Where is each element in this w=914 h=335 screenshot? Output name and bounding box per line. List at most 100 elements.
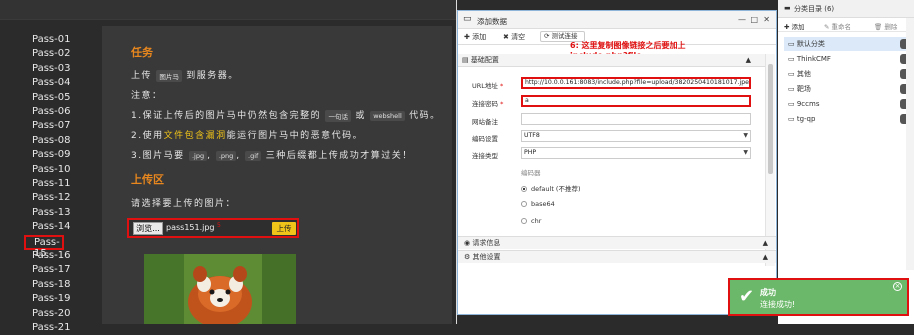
folder-icon: ▭ — [788, 85, 797, 93]
nav-item-pass-17[interactable]: Pass-17 — [32, 263, 92, 277]
step-tag: 5 — [217, 222, 221, 229]
category-item-label: 其他 — [796, 70, 811, 78]
category-rename-button[interactable]: ✎ 重命名 — [824, 21, 851, 31]
encoding-select[interactable]: UTF8 ▼ — [521, 130, 751, 142]
nav-item-pass-01[interactable]: Pass-01 — [32, 33, 92, 47]
password-label-text: 连接密码 — [472, 100, 498, 108]
nav-item-pass-12[interactable]: Pass-12 — [32, 191, 92, 205]
encoder-option-base64[interactable]: base64 — [521, 200, 555, 208]
upload-lab-page: Pass-01 Pass-02 Pass-03 Pass-04 Pass-05 Pass-… — [0, 0, 456, 333]
dialog-scrollbar[interactable] — [765, 54, 775, 266]
nav-item-pass-03[interactable]: Pass-03 — [32, 62, 92, 76]
clear-icon: ✖ — [503, 33, 509, 41]
window-icon: ▭ — [463, 14, 472, 24]
category-item[interactable]: ▭ 靶场 — [784, 82, 908, 96]
folder-icon: ▬ — [784, 4, 791, 12]
note-input[interactable] — [521, 113, 751, 125]
clear-label: 清空 — [511, 33, 526, 41]
radio-icon — [521, 218, 527, 224]
section-basic-label: 基础配置 — [470, 56, 499, 64]
line1-text-post: 到服务器。 — [186, 71, 239, 81]
clear-button[interactable]: ✖ 清空 — [503, 32, 525, 42]
check-icon: ✔ — [739, 286, 755, 307]
close-icon[interactable]: ✕ — [763, 15, 770, 24]
plus-icon: ✚ — [784, 23, 790, 31]
item3-text: 3.图片马要 — [131, 151, 185, 161]
url-label: URL地址 * — [472, 80, 503, 90]
category-add-label: 添加 — [791, 23, 805, 31]
category-item[interactable]: ▭ 9ccms — [784, 97, 908, 111]
item2-text: 2.使用 — [131, 131, 164, 141]
encoder-option-default[interactable]: default (不推荐) — [521, 183, 581, 193]
connection-type-select[interactable]: PHP ▼ — [521, 147, 751, 159]
nav-item-pass-02[interactable]: Pass-02 — [32, 47, 92, 61]
category-delete-label: 删除 — [884, 23, 898, 31]
nav-item-pass-20[interactable]: Pass-20 — [32, 307, 92, 321]
nav-item-pass-19[interactable]: Pass-19 — [32, 292, 92, 306]
nav-item-pass-07[interactable]: Pass-07 — [32, 119, 92, 133]
radio-icon — [521, 201, 527, 207]
nav-item-pass-04[interactable]: Pass-04 — [32, 76, 92, 90]
category-panel: ▬ 分类目录 (6) ✚ 添加 ✎ 重命名 🗑 删除 ▭ 默认分类 ▭ Think… — [778, 0, 914, 324]
nav-item-pass-15[interactable]: Pass-15 — [24, 234, 64, 259]
refresh-icon: ⟳ — [544, 32, 550, 40]
nav-item-pass-06[interactable]: Pass-06 — [32, 105, 92, 119]
section-other-settings[interactable]: ⚙ 其他设置 ▲ — [458, 250, 776, 263]
add-label: 添加 — [472, 33, 487, 41]
nav-item-pass-11[interactable]: Pass-11 — [32, 177, 92, 191]
nav-item-pass-21[interactable]: Pass-21 — [32, 321, 92, 335]
code-tag: .gif — [245, 150, 262, 161]
note-label: 网站备注 — [472, 118, 498, 126]
browse-button[interactable]: 浏览... — [133, 222, 163, 235]
code-tag: 图片马 — [156, 69, 182, 82]
item2-post: 能运行图片马中的恶意代码。 — [226, 131, 364, 141]
category-item[interactable]: ▭ tg-qp — [784, 112, 908, 126]
item1-post: 代码。 — [409, 111, 441, 121]
toast-close-icon[interactable]: × — [893, 282, 902, 291]
category-item-label: 默认分类 — [796, 40, 825, 48]
nav-item-pass-10[interactable]: Pass-10 — [32, 163, 92, 177]
nav-item-pass-08[interactable]: Pass-08 — [32, 134, 92, 148]
scrollbar-thumb[interactable] — [768, 64, 773, 174]
add-button[interactable]: ✚ 添加 — [464, 32, 486, 42]
nav-item-pass-13[interactable]: Pass-13 — [32, 206, 92, 220]
line1-text: 上传 — [131, 71, 153, 81]
nav-item-pass-09[interactable]: Pass-09 — [32, 148, 92, 162]
category-item-label: tg-qp — [796, 115, 816, 123]
dialog-title: 添加数据 — [477, 17, 507, 26]
password-label: 连接密码 * — [472, 98, 503, 108]
dialog-titlebar: ▭ 添加数据 — □ ✕ — [458, 11, 776, 29]
section-request-label: 请求信息 — [472, 239, 501, 247]
annotation-line-1: 6: 这里复制图像链接之后要加上 — [570, 41, 686, 50]
password-input[interactable]: a — [521, 95, 751, 107]
nav-item-pass-05[interactable]: Pass-05 — [32, 91, 92, 105]
chevron-up-icon: ▲ — [745, 56, 751, 64]
category-add-button[interactable]: ✚ 添加 — [784, 21, 805, 31]
category-item[interactable]: ▭ 其他 — [784, 67, 908, 81]
category-item[interactable]: ▭ ThinkCMF — [784, 52, 908, 66]
top-strip — [0, 0, 456, 20]
nav-item-pass-18[interactable]: Pass-18 — [32, 278, 92, 292]
item1-mid: 或 — [355, 111, 366, 121]
section-basic-config[interactable]: ▤ 基础配置 ▲ — [458, 54, 765, 67]
chevron-up-icon: ▲ — [762, 239, 768, 247]
encoder-option-label: chr — [531, 217, 542, 225]
encoder-option-chr[interactable]: chr — [521, 217, 541, 225]
minimize-icon[interactable]: — — [738, 15, 746, 24]
code-tag: .jpg — [188, 150, 208, 161]
url-input[interactable]: http://10.0.0.161:8083/include.php?file=… — [521, 77, 751, 89]
nav-item-pass-14[interactable]: Pass-14 — [32, 220, 92, 234]
gear-icon: ▤ — [462, 56, 469, 64]
category-item[interactable]: ▭ 默认分类 — [784, 37, 908, 51]
edit-icon: ✎ — [824, 23, 830, 31]
encoding-label: 编码设置 — [472, 135, 498, 143]
encoder-option-label: base64 — [531, 200, 555, 208]
maximize-icon[interactable]: □ — [750, 15, 758, 24]
selected-file-name: pass151.jpg — [166, 223, 215, 232]
category-delete-button[interactable]: 🗑 删除 — [874, 21, 897, 31]
nav-item-pass-16[interactable]: Pass-16 — [32, 249, 92, 263]
section-request-info[interactable]: ◉ 请求信息 ▲ — [458, 236, 776, 249]
upload-button[interactable]: 上传 — [272, 222, 296, 235]
category-scrollbar[interactable] — [906, 18, 914, 270]
uploaded-image-preview — [144, 254, 296, 324]
